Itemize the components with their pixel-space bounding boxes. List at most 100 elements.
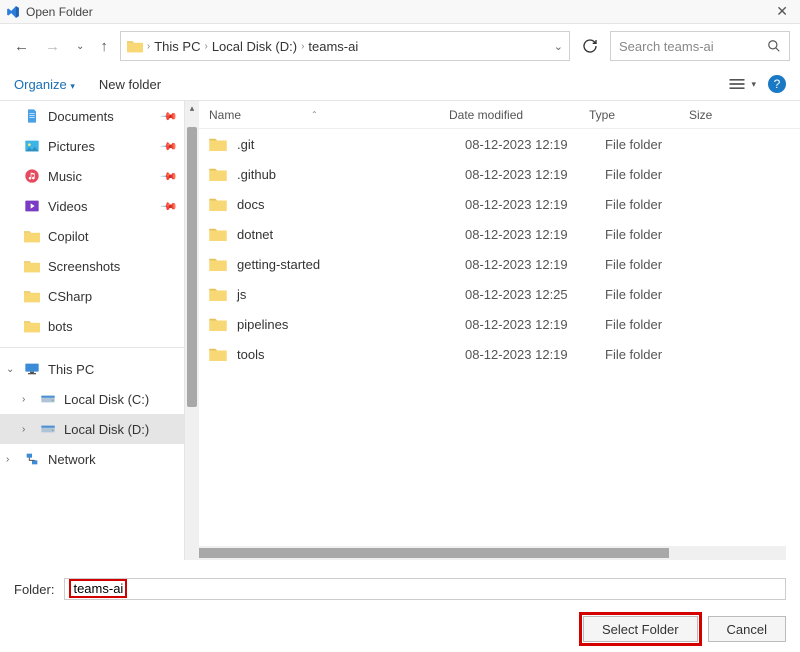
organize-menu[interactable]: Organize ▾ <box>14 77 75 92</box>
address-bar[interactable]: › This PC › Local Disk (D:) › teams-ai ⌄ <box>120 31 570 61</box>
folder-icon <box>209 167 227 181</box>
search-input[interactable]: Search teams-ai <box>610 31 790 61</box>
file-row[interactable]: tools08-12-2023 12:19File folder <box>185 339 800 369</box>
file-date: 08-12-2023 12:19 <box>465 137 605 152</box>
folder-icon <box>24 319 40 333</box>
music-icon <box>24 168 40 184</box>
file-name: .github <box>237 167 465 182</box>
file-type: File folder <box>605 287 705 302</box>
file-name: tools <box>237 347 465 362</box>
column-headers[interactable]: Name⌃ Date modified Type Size <box>185 101 800 129</box>
folder-name-input[interactable]: teams-ai <box>64 578 786 600</box>
file-row[interactable]: .git08-12-2023 12:19File folder <box>185 129 800 159</box>
file-row[interactable]: js08-12-2023 12:25File folder <box>185 279 800 309</box>
sidebar-item-pictures[interactable]: Pictures 📌 <box>0 131 184 161</box>
cancel-button[interactable]: Cancel <box>708 616 786 642</box>
file-date: 08-12-2023 12:19 <box>465 347 605 362</box>
refresh-button[interactable] <box>578 38 602 54</box>
pin-icon: 📌 <box>160 107 179 126</box>
tree-item-this-pc[interactable]: ⌄ This PC <box>0 354 184 384</box>
file-row[interactable]: docs08-12-2023 12:19File folder <box>185 189 800 219</box>
sidebar-item-csharp[interactable]: CSharp <box>0 281 184 311</box>
tree-item-label: Network <box>48 452 96 467</box>
sidebar-item-label: Pictures <box>48 139 95 154</box>
file-name: js <box>237 287 465 302</box>
file-type: File folder <box>605 347 705 362</box>
chevron-down-icon[interactable]: ⌄ <box>554 40 563 53</box>
breadcrumb[interactable]: Local Disk (D:) <box>212 39 297 54</box>
tree-item-local-disk-d-[interactable]: ›Local Disk (D:) <box>0 414 184 444</box>
file-name: dotnet <box>237 227 465 242</box>
file-date: 08-12-2023 12:19 <box>465 227 605 242</box>
file-row[interactable]: .github08-12-2023 12:19File folder <box>185 159 800 189</box>
sidebar-item-music[interactable]: Music📌 <box>0 161 184 191</box>
expand-toggle-icon[interactable]: › <box>22 424 25 435</box>
title-bar: Open Folder ✕ <box>0 0 800 24</box>
tree-item-local-disk-c-[interactable]: ›Local Disk (C:) <box>0 384 184 414</box>
pin-icon: 📌 <box>160 137 179 156</box>
file-type: File folder <box>605 257 705 272</box>
column-size[interactable]: Size <box>689 108 800 122</box>
documents-icon <box>24 108 40 124</box>
scroll-up-icon[interactable]: ▴ <box>185 103 199 114</box>
expand-toggle-icon[interactable]: › <box>6 454 9 465</box>
tree-item-label: This PC <box>48 362 94 377</box>
select-folder-button[interactable]: Select Folder <box>583 616 698 642</box>
back-button[interactable]: ← <box>10 36 33 57</box>
file-date: 08-12-2023 12:19 <box>465 197 605 212</box>
new-folder-button[interactable]: New folder <box>99 77 161 92</box>
folder-icon <box>24 289 40 303</box>
pin-icon: 📌 <box>160 197 179 216</box>
sidebar-item-label: Music <box>48 169 82 184</box>
column-name[interactable]: Name <box>209 108 241 122</box>
disk-icon <box>40 392 56 406</box>
help-icon[interactable]: ? <box>768 75 786 93</box>
up-button[interactable]: ↑ <box>96 36 112 57</box>
file-date: 08-12-2023 12:19 <box>465 167 605 182</box>
search-placeholder: Search teams-ai <box>619 39 714 54</box>
breadcrumb[interactable]: teams-ai <box>308 39 358 54</box>
sidebar-item-bots[interactable]: bots <box>0 311 184 341</box>
expand-toggle-icon[interactable]: ⌄ <box>6 364 14 375</box>
folder-icon <box>209 137 227 151</box>
expand-toggle-icon[interactable]: › <box>22 394 25 405</box>
folder-label: Folder: <box>14 582 54 597</box>
vertical-scrollbar[interactable]: ▴ <box>185 101 199 560</box>
view-menu[interactable]: ▾ <box>727 76 756 92</box>
sidebar-item-copilot[interactable]: Copilot <box>0 221 184 251</box>
scroll-thumb[interactable] <box>187 127 197 407</box>
sidebar-item-label: Copilot <box>48 229 88 244</box>
file-type: File folder <box>605 317 705 332</box>
toolbar: Organize ▾ New folder ▾ ? <box>0 68 800 100</box>
breadcrumb[interactable]: This PC <box>154 39 200 54</box>
tree-item-network[interactable]: › Network <box>0 444 184 474</box>
window-title: Open Folder <box>26 5 93 19</box>
file-row[interactable]: getting-started08-12-2023 12:19File fold… <box>185 249 800 279</box>
folder-icon <box>209 317 227 331</box>
sidebar-item-documents[interactable]: Documents📌 <box>0 101 184 131</box>
file-row[interactable]: pipelines08-12-2023 12:19File folder <box>185 309 800 339</box>
file-row[interactable]: dotnet08-12-2023 12:19File folder <box>185 219 800 249</box>
scroll-thumb[interactable] <box>199 548 669 558</box>
sidebar-item-screenshots[interactable]: Screenshots <box>0 251 184 281</box>
folder-icon <box>24 229 40 243</box>
close-icon[interactable]: ✕ <box>770 3 794 20</box>
sidebar-item-videos[interactable]: Videos📌 <box>0 191 184 221</box>
chevron-right-icon: › <box>204 41 207 52</box>
forward-button[interactable]: → <box>41 36 64 57</box>
column-type[interactable]: Type <box>589 108 689 122</box>
history-dropdown[interactable]: ⌄ <box>72 39 88 54</box>
horizontal-scrollbar[interactable] <box>199 546 786 560</box>
search-icon <box>767 39 781 53</box>
folder-icon <box>209 287 227 301</box>
column-date[interactable]: Date modified <box>449 108 589 122</box>
file-date: 08-12-2023 12:25 <box>465 287 605 302</box>
folder-value-highlight: teams-ai <box>69 579 127 598</box>
main-area: Documents📌Pictures📌Music📌Videos📌CopilotS… <box>0 100 800 560</box>
videos-icon <box>24 198 40 214</box>
folder-icon <box>24 259 40 273</box>
caret-down-icon: ▾ <box>70 81 75 91</box>
pictures-icon <box>24 138 40 154</box>
file-date: 08-12-2023 12:19 <box>465 257 605 272</box>
network-icon <box>24 452 40 466</box>
